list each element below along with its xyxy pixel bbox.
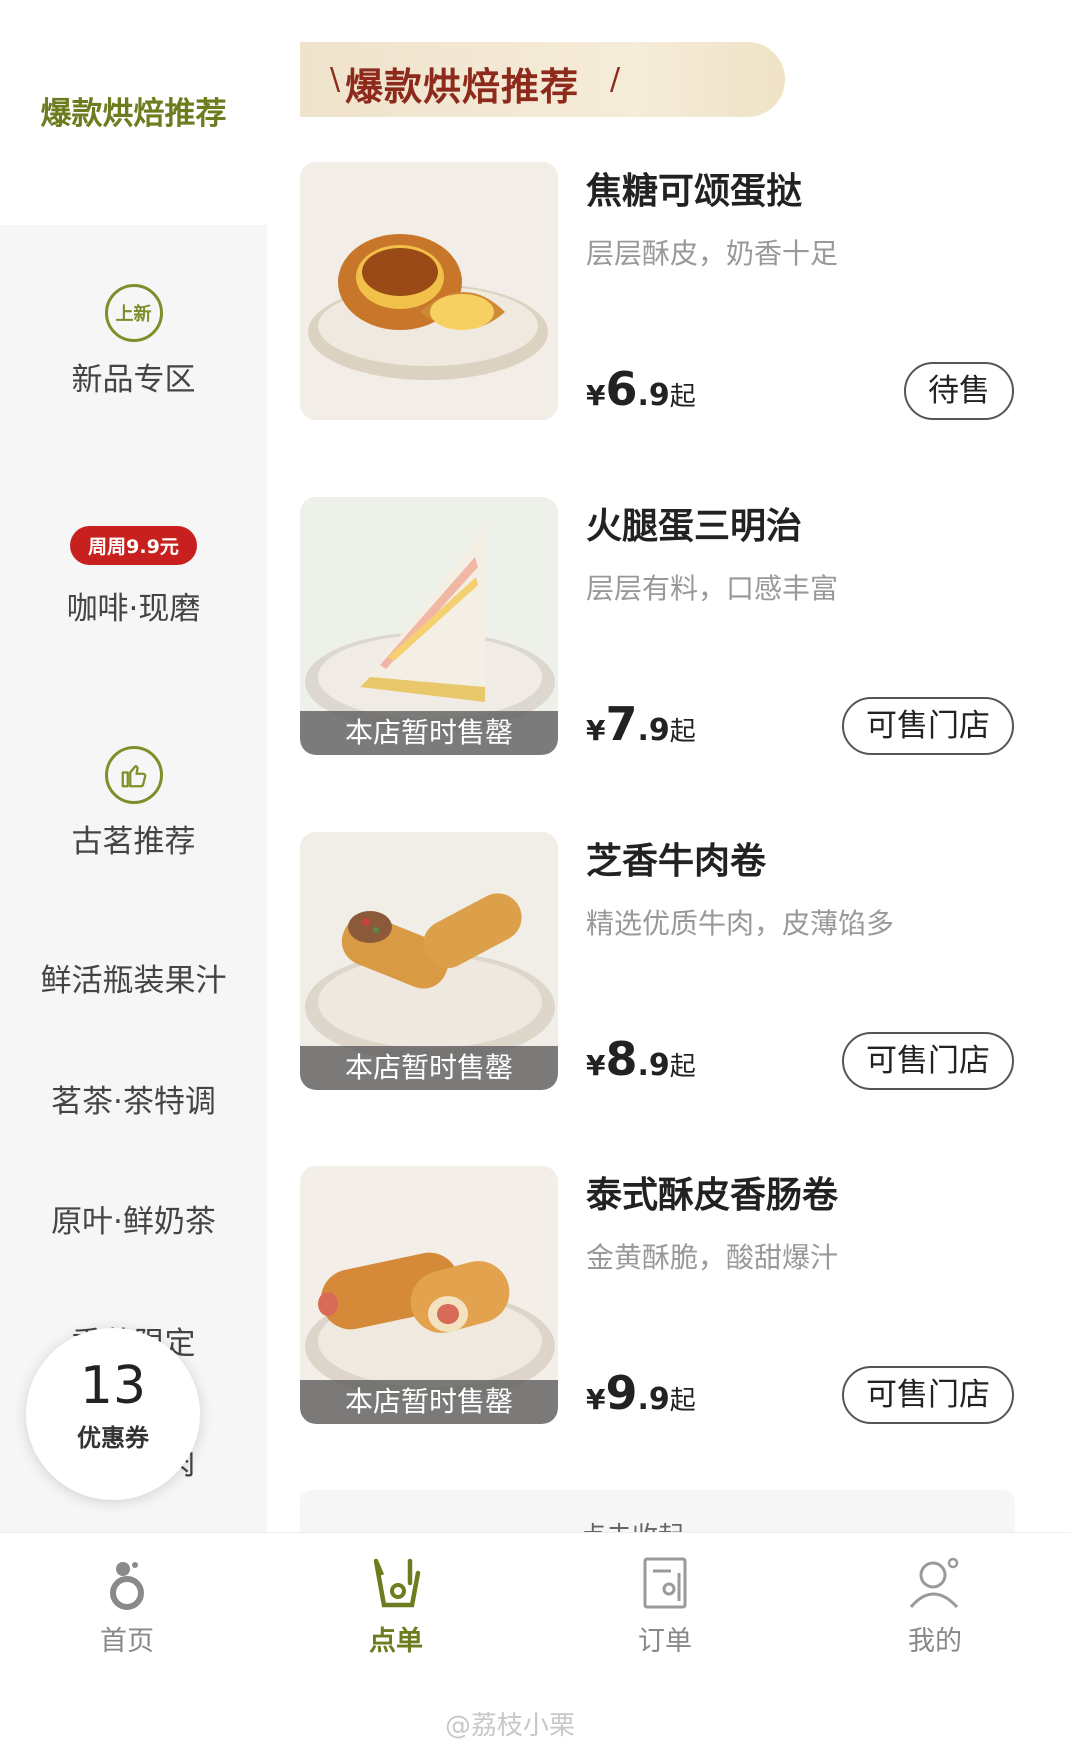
sidebar-item-label: 咖啡·现磨	[66, 591, 201, 627]
product-desc: 金黄酥脆，酸甜爆汁	[586, 1241, 839, 1274]
tab-order[interactable]: 点单	[326, 1553, 466, 1658]
price-integer: 7	[605, 697, 638, 751]
product-price: ¥9.9起	[586, 1366, 696, 1420]
product-image-sandwich[interactable]: 本店暂时售罄	[300, 497, 558, 755]
tab-orders[interactable]: 订单	[595, 1553, 735, 1658]
watermark: @荔枝小栗	[445, 1711, 576, 1741]
price-decimal: .9	[637, 1048, 670, 1083]
price-integer: 9	[605, 1366, 638, 1420]
sidebar-item-label: 古茗推荐	[71, 824, 196, 860]
product-price: ¥8.9起	[586, 1032, 696, 1086]
sidebar-item-label: 爆款烘焙推荐	[40, 96, 227, 132]
available-stores-button[interactable]: 可售门店	[842, 1032, 1014, 1090]
product-name: 焦糖可颂蛋挞	[586, 171, 803, 212]
product-image-sausage-roll[interactable]: 本店暂时售罄	[300, 1166, 558, 1424]
tab-profile[interactable]: 我的	[865, 1553, 1005, 1658]
tab-label: 点单	[369, 1626, 423, 1657]
price-integer: 8	[605, 1032, 638, 1086]
sidebar-item-label: 鲜活瓶装果汁	[40, 963, 227, 999]
price-suffix: 起	[669, 382, 696, 412]
soldout-label: 本店暂时售罄	[300, 1046, 558, 1090]
home-icon	[97, 1553, 157, 1613]
currency-symbol: ¥	[586, 379, 606, 412]
coupon-count: 13	[79, 1356, 147, 1416]
sidebar-item-label: 新品专区	[71, 362, 196, 398]
product-name: 泰式酥皮香肠卷	[586, 1175, 839, 1216]
order-icon	[366, 1553, 426, 1613]
sidebar-item-label: 原叶·鲜奶茶	[51, 1204, 216, 1240]
product-name: 火腿蛋三明治	[586, 506, 803, 547]
sidebar-item-milk-tea[interactable]: 原叶·鲜奶茶	[0, 1196, 267, 1241]
price-decimal: .9	[637, 1382, 670, 1417]
tab-label: 订单	[638, 1626, 692, 1657]
slash-left-icon: \	[330, 62, 341, 97]
section-banner: \ 爆款烘焙推荐 /	[300, 42, 785, 117]
tab-home[interactable]: 首页	[57, 1553, 197, 1658]
price-decimal: .9	[637, 378, 670, 413]
slash-right-icon: /	[610, 62, 621, 97]
new-tag-icon: 上新	[104, 284, 163, 342]
thumbs-up-icon	[104, 746, 163, 804]
product-desc: 层层酥皮，奶香十足	[586, 237, 839, 270]
currency-symbol: ¥	[586, 714, 606, 747]
available-stores-button[interactable]: 可售门店	[842, 1366, 1014, 1424]
soldout-label: 本店暂时售罄	[300, 711, 558, 755]
product-price: ¥7.9起	[586, 697, 696, 751]
product-desc: 层层有料，口感丰富	[586, 572, 839, 605]
price-suffix: 起	[669, 1052, 696, 1082]
product-desc: 精选优质牛肉，皮薄馅多	[586, 907, 895, 940]
coupon-button[interactable]: 13 优惠券	[26, 1328, 200, 1500]
tab-label: 我的	[908, 1626, 962, 1657]
product-name: 芝香牛肉卷	[586, 841, 767, 882]
sidebar-item-tea[interactable]: 茗茶·茶特调	[0, 1076, 267, 1121]
currency-symbol: ¥	[586, 1049, 606, 1082]
profile-icon	[905, 1553, 965, 1613]
soldout-label: 本店暂时售罄	[300, 1380, 558, 1424]
price-integer: 6	[605, 362, 638, 416]
product-card[interactable]: 本店暂时售罄 火腿蛋三明治 层层有料，口感丰富 ¥7.9起 可售门店	[300, 497, 1020, 757]
product-card[interactable]: 本店暂时售罄 芝香牛肉卷 精选优质牛肉，皮薄馅多 ¥8.9起 可售门店	[300, 832, 1020, 1092]
product-image-egg-tart[interactable]	[300, 162, 558, 420]
price-suffix: 起	[669, 717, 696, 747]
coupon-label: 优惠券	[77, 1424, 149, 1452]
sidebar-item-bakery-active[interactable]: 爆款烘焙推荐	[0, 0, 267, 225]
presale-button[interactable]: 待售	[904, 362, 1014, 420]
price-decimal: .9	[637, 713, 670, 748]
section-title: 爆款烘焙推荐	[345, 65, 580, 109]
receipt-icon	[635, 1553, 695, 1613]
available-stores-button[interactable]: 可售门店	[842, 697, 1014, 755]
bottom-tab-bar: 首页 点单 订单 我的	[0, 1532, 1071, 1683]
currency-symbol: ¥	[586, 1383, 606, 1416]
sidebar-item-new[interactable]: 上新 新品专区	[0, 284, 267, 399]
product-price: ¥6.9起	[586, 362, 696, 416]
sidebar-item-coffee[interactable]: 周周9.9元 咖啡·现磨	[0, 526, 267, 628]
product-image-beef-roll[interactable]: 本店暂时售罄	[300, 832, 558, 1090]
tab-label: 首页	[100, 1626, 154, 1657]
sidebar-item-label: 茗茶·茶特调	[51, 1084, 216, 1120]
category-sidebar: 爆款烘焙推荐 上新 新品专区 周周9.9元 咖啡·现磨 古茗推荐 鲜活瓶装果汁 …	[0, 0, 267, 1532]
promo-badge: 周周9.9元	[70, 526, 197, 565]
price-suffix: 起	[669, 1386, 696, 1416]
sidebar-item-recommend[interactable]: 古茗推荐	[0, 746, 267, 861]
sidebar-item-juice[interactable]: 鲜活瓶装果汁	[0, 955, 267, 1000]
product-card[interactable]: 本店暂时售罄 泰式酥皮香肠卷 金黄酥脆，酸甜爆汁 ¥9.9起 可售门店	[300, 1166, 1020, 1426]
product-card[interactable]: 焦糖可颂蛋挞 层层酥皮，奶香十足 ¥6.9起 待售	[300, 162, 1020, 422]
